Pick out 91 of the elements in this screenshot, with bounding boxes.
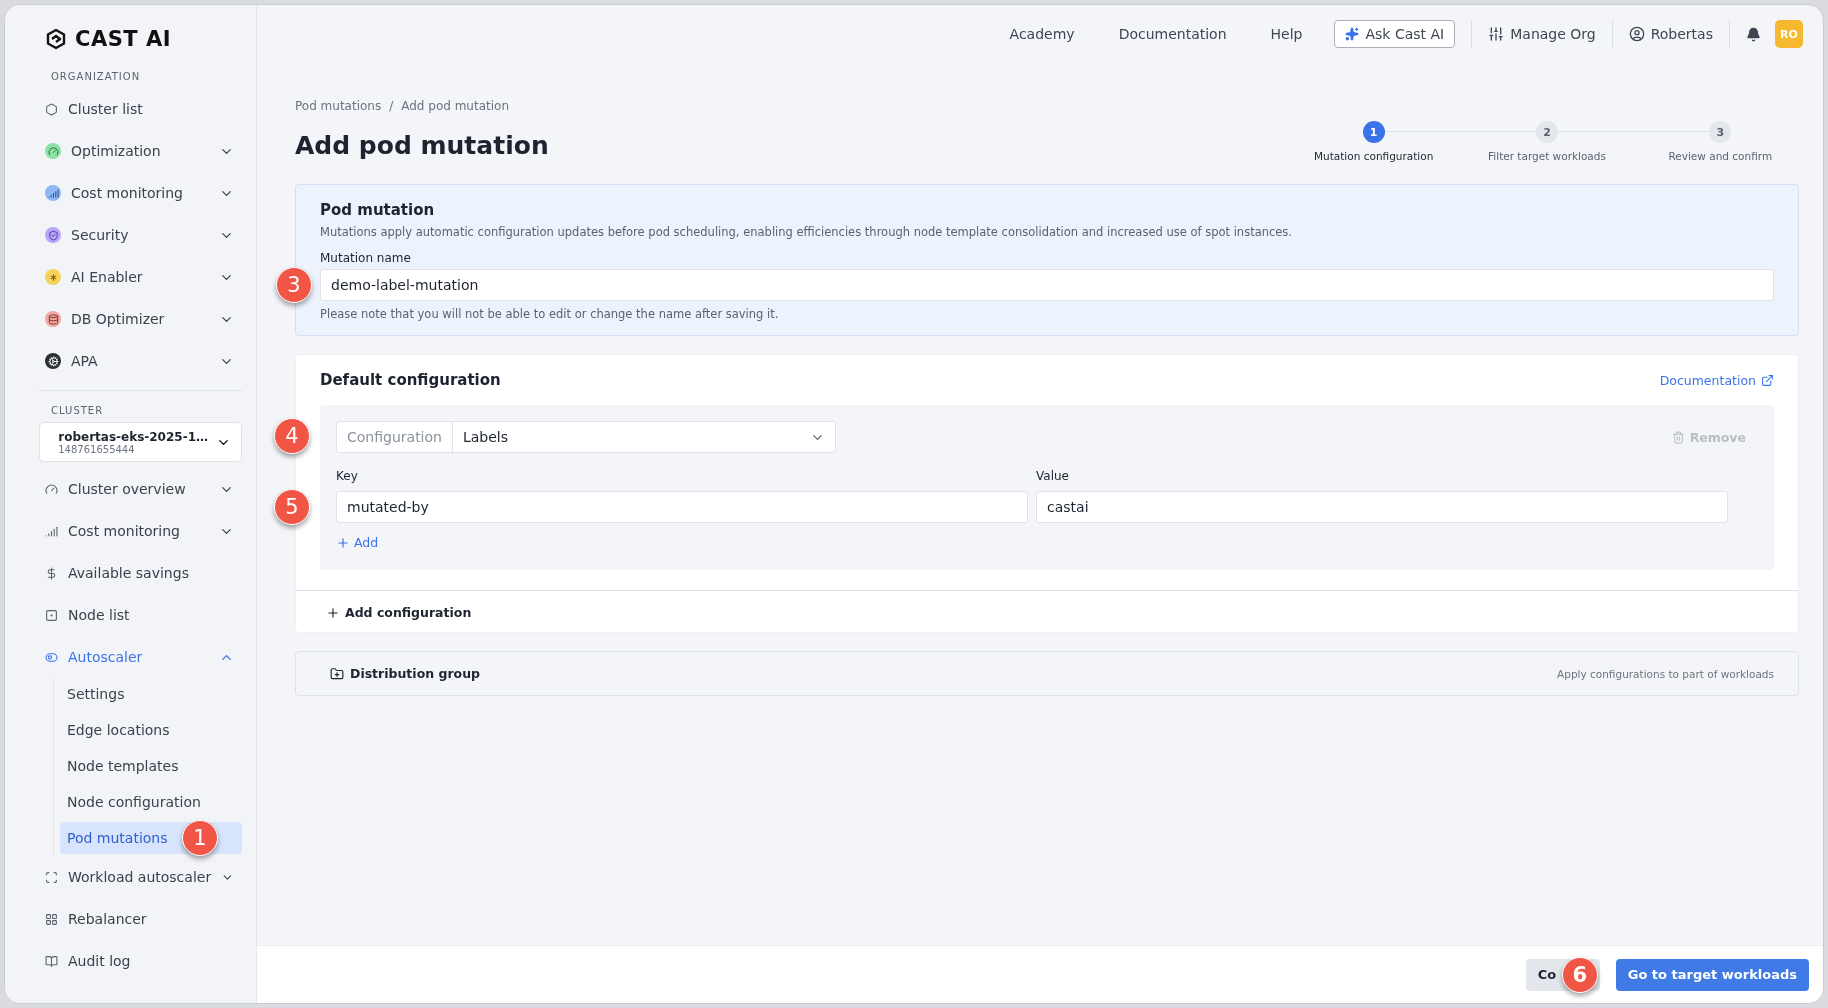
sidebar-subitem[interactable]: Node templates xyxy=(60,750,242,782)
folder-plus-icon xyxy=(330,666,344,681)
step-label: Filter target workloads xyxy=(1488,150,1606,162)
nav-icon xyxy=(45,311,61,327)
logo-icon xyxy=(45,28,67,50)
sidebar-item[interactable]: Node list xyxy=(39,594,242,636)
sidebar-item[interactable]: Workload autoscaler xyxy=(39,856,242,898)
sidebar-item[interactable]: Audit log xyxy=(39,940,242,982)
nav-icon xyxy=(45,912,58,926)
card-title: Pod mutation xyxy=(320,201,436,219)
step-label: Mutation configuration xyxy=(1313,150,1434,162)
step-number: 2 xyxy=(1536,121,1558,143)
external-link-icon xyxy=(1761,373,1774,387)
breadcrumb-link[interactable]: Add pod mutation xyxy=(401,99,509,113)
distribution-group-description: Apply configurations to part of workloads xyxy=(1557,667,1774,680)
nav-icon xyxy=(45,954,58,968)
manage-org-button[interactable]: Manage Org xyxy=(1488,26,1596,42)
step-label: Review and confirm xyxy=(1668,150,1773,162)
header-link[interactable]: Help xyxy=(1270,26,1303,42)
step-callout: 6 xyxy=(1561,956,1598,993)
cluster-name: robertas-eks-2025-1… xyxy=(58,429,208,444)
mutation-name-field[interactable]: demo-label-mutation xyxy=(320,269,1774,301)
ask-ai-button[interactable]: Ask Cast AI xyxy=(1334,20,1456,48)
sidebar-item[interactable]: Optimization xyxy=(39,130,242,172)
documentation-link[interactable]: Documentation xyxy=(1659,372,1774,388)
card-title: Default configuration xyxy=(320,371,501,389)
step-callout: 1 xyxy=(182,820,218,856)
step-callout: 3 xyxy=(276,267,312,303)
nav-icon xyxy=(45,870,58,884)
secondary-button[interactable]: Co 6 xyxy=(1525,958,1600,991)
user-icon xyxy=(1628,26,1645,42)
field-label: Key xyxy=(336,469,359,483)
sidebar-item[interactable]: Cost monitoring xyxy=(39,172,242,214)
trash-icon xyxy=(1671,430,1685,444)
sidebar-item[interactable]: Rebalancer xyxy=(39,898,242,940)
step-callout: 4 xyxy=(274,418,310,454)
key-field[interactable]: mutated-by xyxy=(336,491,1028,523)
user-menu-button[interactable]: Robertas xyxy=(1628,26,1713,42)
header-link[interactable]: Documentation xyxy=(1118,26,1227,42)
page-title: Add pod mutation xyxy=(295,131,549,160)
sidebar-item[interactable]: Cluster list xyxy=(39,88,242,130)
sidebar-subitem[interactable]: Settings xyxy=(60,678,242,710)
header-link[interactable]: Academy xyxy=(1009,26,1075,42)
section-heading: CLUSTER xyxy=(51,405,105,416)
sidebar-subitem[interactable]: Node configuration xyxy=(60,786,242,818)
nav-icon xyxy=(45,143,61,159)
nav-icon xyxy=(45,524,58,538)
sidebar-item[interactable]: APA xyxy=(39,340,242,382)
breadcrumb-separator: / xyxy=(389,99,394,113)
sidebar-item[interactable]: Cluster overview xyxy=(39,468,242,510)
nav-icon xyxy=(45,185,61,201)
nav-icon xyxy=(45,566,58,580)
field-label: Mutation name xyxy=(320,251,412,265)
logo-text: CAST AI xyxy=(75,27,171,51)
add-link[interactable]: Add xyxy=(336,535,379,550)
nav-icon xyxy=(45,269,61,285)
sidebar-item[interactable]: AI Enabler xyxy=(39,256,242,298)
nav-icon xyxy=(45,353,61,369)
field-hint: Please note that you will not be able to edit or change the name after saving it. xyxy=(320,307,780,321)
nav-icon xyxy=(45,608,58,622)
distribution-group-title: Distribution group xyxy=(330,666,481,681)
cluster-select[interactable]: robertas-eks-2025-1… 148761655444 xyxy=(39,422,242,462)
value-field[interactable]: castai xyxy=(1036,491,1728,523)
configuration-select[interactable]: Configuration Labels xyxy=(336,421,836,453)
add-configuration-button[interactable]: Add configuration xyxy=(326,605,472,620)
step-callout: 5 xyxy=(274,489,310,525)
plus-icon xyxy=(336,535,350,550)
nav-icon xyxy=(45,650,58,664)
notifications-icon[interactable] xyxy=(1746,26,1761,42)
field-label: Value xyxy=(1036,469,1070,483)
nav-icon xyxy=(45,102,58,116)
sidebar-subitem[interactable]: Edge locations xyxy=(60,714,242,746)
sidebar-item[interactable]: Security xyxy=(39,214,242,256)
nav-icon xyxy=(45,227,61,243)
sparkle-icon xyxy=(1345,27,1360,41)
card-description: Mutations apply automatic configuration updates before pod scheduling, enabling efficiencies through node template consolidation and increased use of spot instances. xyxy=(320,225,1294,239)
sidebar-item[interactable]: Autoscaler xyxy=(39,636,242,678)
nav-icon xyxy=(45,482,58,496)
plus-icon xyxy=(326,605,340,620)
breadcrumb-link[interactable]: Pod mutations xyxy=(295,99,382,113)
sidebar-item[interactable]: DB Optimizer xyxy=(39,298,242,340)
distribution-group-card[interactable]: Distribution group Apply configurations to part of workloads xyxy=(295,651,1799,696)
step-number: 3 xyxy=(1709,121,1732,143)
cluster-id: 148761655444 xyxy=(58,443,136,455)
sidebar-item[interactable]: Available savings xyxy=(39,552,242,594)
step-number: 1 xyxy=(1362,121,1385,143)
sidebar-subitem[interactable]: Pod mutations 1 xyxy=(60,822,242,854)
sidebar-item[interactable]: Cost monitoring xyxy=(39,510,242,552)
go-to-target-workloads-button[interactable]: Go to target workloads xyxy=(1615,958,1809,991)
section-heading: ORGANIZATION xyxy=(51,71,142,82)
sliders-icon xyxy=(1488,26,1505,42)
